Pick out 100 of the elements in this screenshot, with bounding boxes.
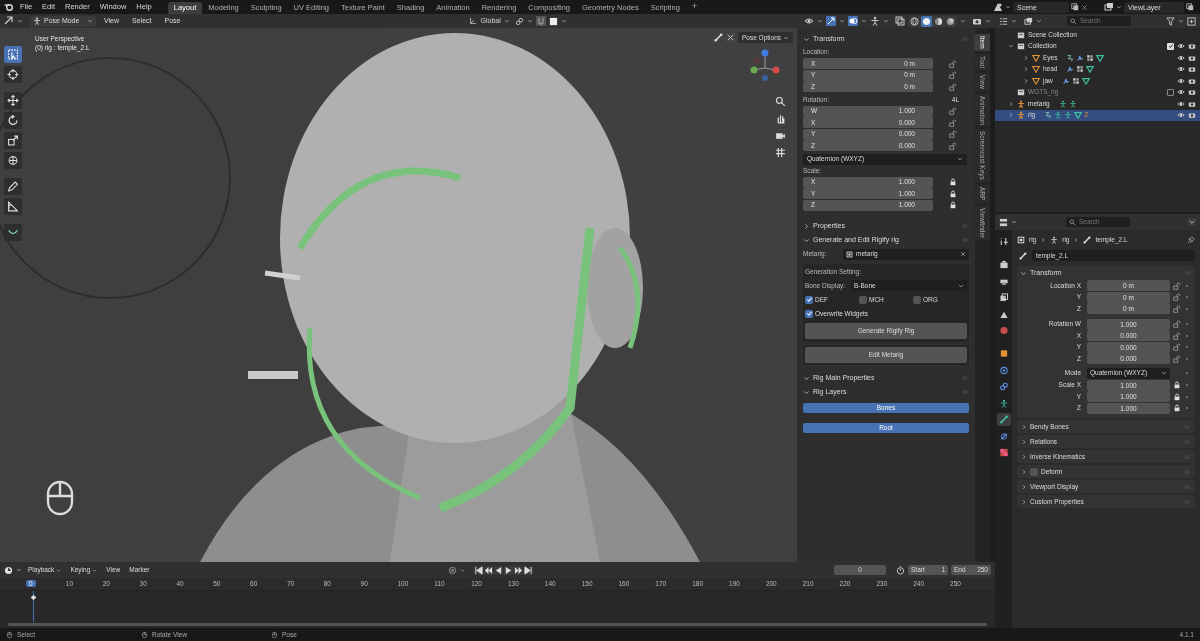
jump-start-icon[interactable]	[474, 565, 484, 575]
bone-icon[interactable]	[996, 413, 1011, 426]
caret-icon[interactable]	[839, 18, 845, 24]
overlay-icon[interactable]	[848, 16, 858, 26]
view-layer-icon[interactable]	[1104, 2, 1114, 12]
link-icon[interactable]	[514, 16, 524, 26]
padlock-open-icon[interactable]	[1173, 331, 1181, 340]
gizmo-icon[interactable]	[826, 16, 836, 26]
caret-icon[interactable]	[1011, 219, 1017, 225]
copy-icon[interactable]	[1071, 3, 1079, 11]
checkbox[interactable]	[1030, 467, 1038, 476]
rendered-shading-icon[interactable]	[945, 15, 956, 27]
caret-icon[interactable]	[526, 18, 533, 24]
padlock-open-icon[interactable]	[1173, 320, 1181, 329]
caret-icon[interactable]	[960, 18, 966, 24]
padlock-open-icon[interactable]	[1173, 343, 1181, 352]
lock-icon[interactable]	[1173, 392, 1181, 401]
padlock-open-icon[interactable]	[949, 59, 957, 68]
copy-icon[interactable]	[1186, 3, 1194, 11]
list-icon[interactable]	[999, 16, 1008, 26]
caret-icon[interactable]	[1008, 100, 1014, 107]
caret-icon[interactable]	[560, 18, 567, 24]
keyframe-dot-icon[interactable]	[1184, 282, 1190, 289]
previous-keyframe-icon[interactable]	[484, 565, 494, 575]
padlock-open-icon[interactable]	[1173, 281, 1181, 290]
snap-icon[interactable]	[535, 16, 546, 26]
keyframe-dot-icon[interactable]	[1184, 305, 1190, 312]
caret-icon[interactable]	[460, 567, 466, 573]
display-mode-icon[interactable]	[1024, 16, 1033, 26]
solid-shading-icon[interactable]	[921, 15, 932, 27]
select-box-icon[interactable]	[4, 46, 22, 63]
properties-editor-icon[interactable]	[999, 217, 1008, 227]
cursor-icon[interactable]	[4, 66, 22, 83]
padlock-open-icon[interactable]	[949, 82, 957, 91]
zoom-icon[interactable]	[775, 96, 786, 107]
visibility-icon[interactable]	[804, 16, 814, 26]
keyframe-dot-icon[interactable]	[1184, 405, 1190, 412]
caret-icon[interactable]	[883, 18, 889, 24]
camera-icon[interactable]	[775, 130, 786, 141]
keyframe-dot-icon[interactable]	[1184, 370, 1190, 376]
padlock-open-icon[interactable]	[1173, 354, 1181, 363]
lock-icon[interactable]	[1173, 404, 1181, 413]
caret-icon[interactable]	[1036, 18, 1042, 24]
play-reverse-icon[interactable]	[494, 565, 504, 575]
keyframe-dot-icon[interactable]	[1184, 294, 1190, 301]
move-icon[interactable]	[4, 92, 22, 109]
play-icon[interactable]	[504, 565, 514, 575]
wireframe-shading-icon[interactable]	[909, 15, 920, 27]
padlock-open-icon[interactable]	[949, 130, 957, 138]
padlock-open-icon[interactable]	[949, 71, 957, 79]
keyframe-dot-icon[interactable]	[1184, 355, 1190, 362]
lock-icon[interactable]	[1173, 381, 1181, 390]
caret-icon[interactable]	[1023, 66, 1029, 73]
filter-icon[interactable]	[1166, 16, 1175, 26]
blender-logo-icon[interactable]	[4, 2, 14, 12]
pin-icon[interactable]	[1187, 236, 1195, 244]
hand-icon[interactable]	[775, 113, 786, 124]
caret-icon[interactable]	[17, 18, 23, 24]
caret-icon[interactable]	[1008, 43, 1014, 50]
caret-icon[interactable]	[16, 567, 22, 573]
caret-icon[interactable]	[1116, 4, 1122, 10]
keyframe-dot-icon[interactable]	[1184, 344, 1190, 351]
options-icon[interactable]	[1188, 218, 1196, 226]
new-collection-icon[interactable]	[1187, 16, 1196, 26]
keyframe-dot-icon[interactable]	[1184, 382, 1190, 389]
transform-icon[interactable]	[4, 152, 22, 169]
bone-options-icon[interactable]	[713, 33, 723, 42]
clock-icon[interactable]	[4, 565, 13, 575]
ruler-icon[interactable]	[4, 198, 22, 215]
record-icon[interactable]	[448, 565, 458, 575]
xray-icon[interactable]	[895, 16, 905, 26]
lock-icon[interactable]	[949, 189, 957, 198]
padlock-open-icon[interactable]	[1173, 304, 1181, 313]
caret-icon[interactable]	[985, 18, 991, 24]
caret-icon[interactable]	[861, 18, 867, 24]
keyframe-dot-icon[interactable]	[1184, 332, 1190, 339]
keyframe-dot-icon[interactable]	[1184, 393, 1190, 400]
close-icon[interactable]	[1081, 3, 1088, 11]
padlock-open-icon[interactable]	[949, 141, 957, 150]
grid-icon[interactable]	[775, 147, 786, 158]
bone-display-icon[interactable]	[870, 16, 880, 26]
stopwatch-icon[interactable]	[896, 565, 905, 575]
jump-end-icon[interactable]	[524, 565, 534, 575]
caret-icon[interactable]	[817, 18, 823, 24]
rotate-icon[interactable]	[4, 112, 22, 129]
caret-icon[interactable]	[1005, 4, 1011, 10]
close-icon[interactable]	[725, 33, 735, 42]
caret-icon[interactable]	[1023, 77, 1029, 84]
lock-icon[interactable]	[949, 201, 957, 209]
scrollbar[interactable]	[8, 623, 987, 626]
camera-icon[interactable]	[972, 16, 982, 26]
swatch-icon[interactable]	[548, 16, 558, 26]
padlock-open-icon[interactable]	[949, 107, 957, 115]
caret-icon[interactable]	[1178, 18, 1184, 24]
caret-icon[interactable]	[1023, 54, 1029, 61]
padlock-open-icon[interactable]	[1173, 293, 1181, 302]
editor-type-icon[interactable]	[4, 16, 14, 26]
keyframe-dot-icon[interactable]	[1184, 321, 1190, 328]
material-shading-icon[interactable]	[933, 15, 944, 27]
next-keyframe-icon[interactable]	[514, 565, 524, 575]
